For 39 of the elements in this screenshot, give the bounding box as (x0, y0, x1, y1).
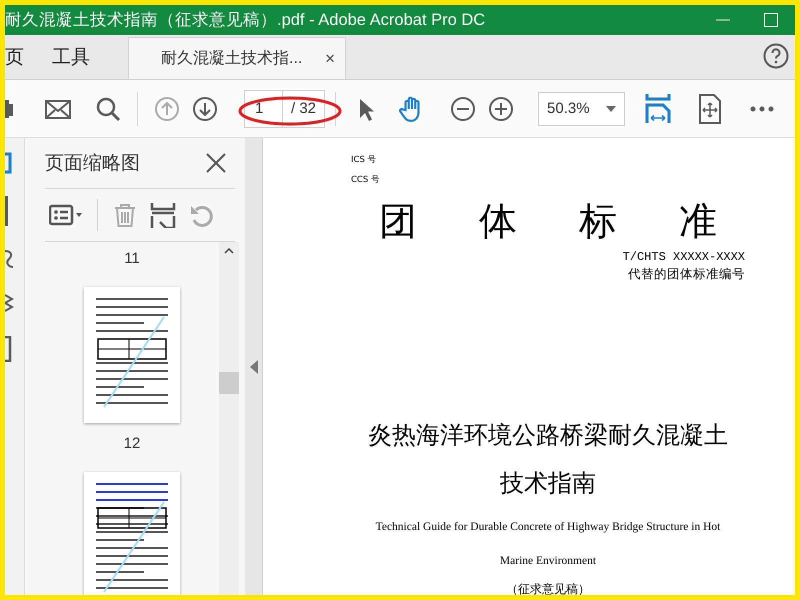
page-move-icon[interactable] (697, 94, 724, 124)
zoom-in-icon[interactable] (488, 96, 514, 122)
zoom-out-icon[interactable] (450, 96, 476, 122)
page-number-label: 12 (124, 435, 140, 452)
english-title: Technical Guide for Durable Concrete of Highway Bridge Structure in Hot (376, 521, 720, 533)
ccs-label: CCS 号 (351, 174, 381, 187)
standard-code: T/CHTS XXXXX-XXXX (622, 250, 745, 264)
scrollbar[interactable] (219, 242, 239, 595)
scroll-thumb[interactable] (219, 372, 239, 394)
caret-icon[interactable] (606, 106, 616, 112)
page-thumbnail[interactable] (84, 472, 180, 595)
help-icon[interactable] (763, 42, 789, 72)
fit-width-icon[interactable] (645, 92, 672, 124)
nav-tab[interactable]: 页 (5, 35, 38, 79)
heading-character: 团 (379, 198, 417, 244)
thumbnail-options-icon[interactable] (49, 202, 83, 228)
scroll-up-icon[interactable] (224, 248, 234, 254)
page-number-label: 11 (124, 250, 140, 267)
down-arrow-icon[interactable] (192, 96, 218, 122)
heading-character: 准 (679, 198, 717, 244)
nav-tab[interactable]: 工具 (38, 35, 104, 79)
zoom-dropdown[interactable]: 50.3% (538, 92, 626, 126)
english-title: Marine Environment (500, 555, 596, 567)
collapse-panel-icon[interactable] (250, 360, 258, 374)
draft-label: （征求意见稿） (506, 581, 590, 595)
heading-character: 标 (579, 198, 617, 244)
panel-title: 页面缩略图 (45, 152, 140, 176)
document-tab[interactable]: 耐久混凝土技术指... × (128, 37, 346, 79)
heading-character: 体 (479, 198, 517, 244)
replaces-label: 代替的团体标准编号 (628, 266, 745, 283)
search-icon[interactable] (95, 96, 121, 122)
page-thumbnail[interactable] (84, 287, 180, 423)
insert-page-icon[interactable] (150, 202, 176, 228)
window-title: 耐久混凝土技术指南（征求意见稿）.pdf - Adobe Acrobat Pro DC (5, 10, 486, 31)
maximize-icon[interactable] (764, 13, 778, 27)
close-tab-button[interactable]: × (325, 48, 335, 68)
ics-label: ICS 号 (351, 154, 378, 167)
chinese-title: 技术指南 (500, 468, 596, 499)
chinese-title: 炎热海洋环境公路桥梁耐久混凝土 (368, 420, 728, 451)
